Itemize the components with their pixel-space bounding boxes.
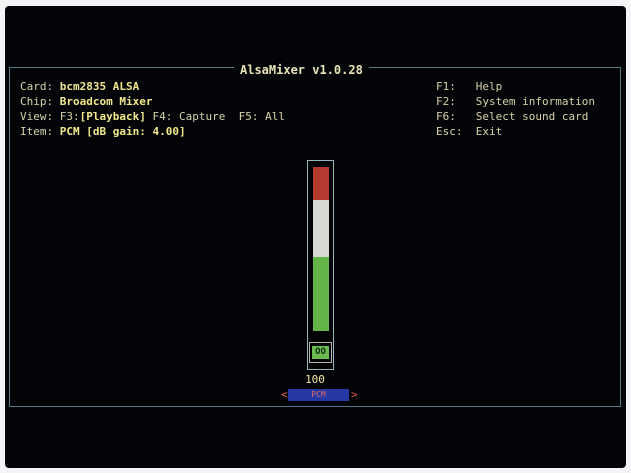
help-key: F2: bbox=[436, 95, 456, 108]
view-all[interactable]: F5: All bbox=[239, 110, 285, 123]
help-row-f1[interactable]: F1: Help bbox=[436, 80, 502, 95]
mute-label: OO bbox=[312, 346, 329, 359]
view-capture[interactable]: F4: Capture bbox=[152, 110, 225, 123]
help-key: F6: bbox=[436, 110, 456, 123]
channel-selector[interactable]: < PCM > bbox=[281, 388, 358, 402]
arrow-left-icon: < bbox=[281, 388, 288, 401]
volume-bar-green bbox=[313, 257, 329, 331]
help-label: Select sound card bbox=[475, 110, 589, 123]
volume-bar-white bbox=[313, 200, 329, 257]
card-info: Card: bcm2835 ALSA bbox=[20, 80, 139, 95]
volume-value: 100 bbox=[305, 373, 325, 386]
chip-value: Broadcom Mixer bbox=[59, 95, 153, 108]
help-row-f6[interactable]: F6: Select sound card bbox=[436, 110, 588, 125]
view-playback[interactable]: [Playback] bbox=[80, 110, 146, 123]
item-info: Item: PCM [dB gain: 4.00] bbox=[20, 125, 186, 140]
channel-name: PCM bbox=[288, 389, 349, 401]
chip-label: Chip: bbox=[20, 95, 54, 108]
card-label: Card: bbox=[20, 80, 54, 93]
help-key: F1: bbox=[436, 80, 456, 93]
chip-info: Chip: Broadcom Mixer bbox=[20, 95, 152, 110]
view-label: View: bbox=[20, 110, 54, 123]
item-value: PCM [dB gain: 4.00] bbox=[59, 125, 186, 138]
help-label: System information bbox=[475, 95, 595, 108]
arrow-right-icon: > bbox=[351, 388, 358, 401]
view-info: View: F3:[Playback] F4: Capture F5: All bbox=[20, 110, 285, 125]
item-label: Item: bbox=[20, 125, 54, 138]
window-title: AlsaMixer v1.0.28 bbox=[234, 63, 369, 77]
help-row-esc[interactable]: Esc: Exit bbox=[436, 125, 502, 140]
mute-toggle[interactable]: OO bbox=[309, 342, 332, 363]
help-key: Esc: bbox=[436, 125, 463, 138]
volume-slider[interactable] bbox=[307, 160, 334, 370]
card-value: bcm2835 ALSA bbox=[59, 80, 140, 93]
help-row-f2[interactable]: F2: System information bbox=[436, 95, 595, 110]
help-label: Exit bbox=[475, 125, 503, 138]
view-f3[interactable]: F3: bbox=[60, 110, 80, 123]
help-label: Help bbox=[475, 80, 503, 93]
volume-bar-red bbox=[313, 167, 329, 200]
